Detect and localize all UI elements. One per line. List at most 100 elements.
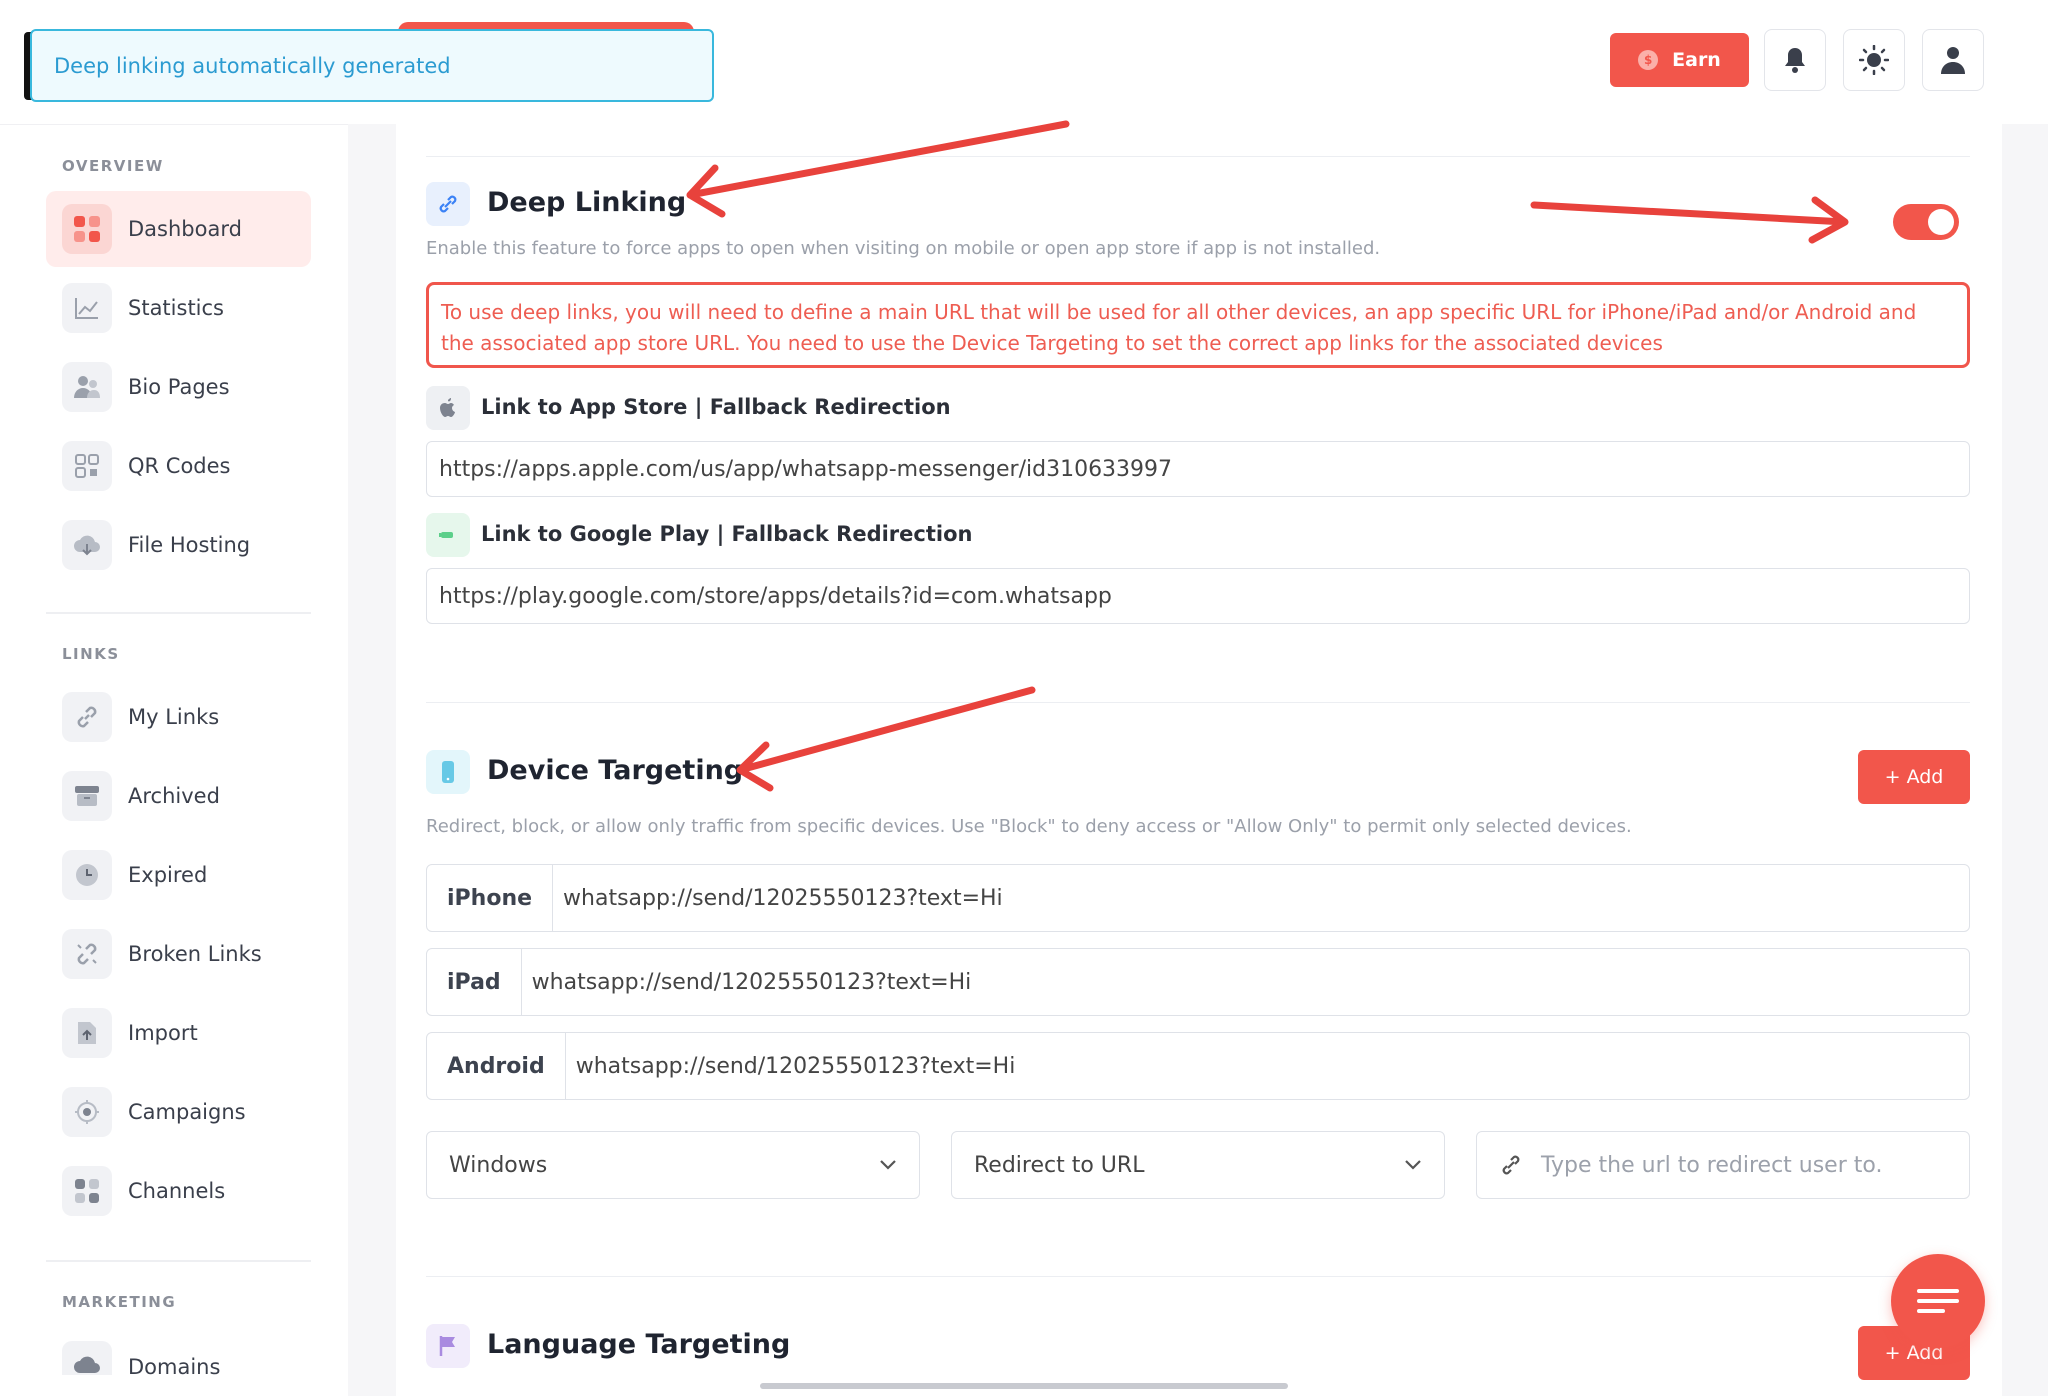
dashboard-icon [62,204,112,254]
horizontal-scrollbar[interactable] [760,1383,1288,1389]
device-section-icon [426,750,470,794]
device-label: Android [427,1033,566,1099]
device-targeting-description: Redirect, block, or allow only traffic f… [426,816,1632,837]
sidebar-item-import[interactable]: Import [46,995,311,1071]
sidebar-item-label: Domains [128,1355,221,1375]
action-select-value: Redirect to URL [974,1152,1145,1178]
redirect-url-input[interactable]: Type the url to redirect user to. [1476,1131,1970,1199]
deep-linking-toggle[interactable] [1893,204,1959,240]
device-url-input[interactable]: whatsapp://send/12025550123?text=Hi [522,970,972,995]
cloud-icon [62,1341,112,1375]
sidebar-item-statistics[interactable]: Statistics [46,270,311,346]
device-select-value: Windows [449,1152,548,1178]
apple-icon [426,386,470,430]
deep-link-section-icon [426,182,470,226]
import-icon [62,1008,112,1058]
google-play-icon [426,513,470,557]
sidebar-item-bio-pages[interactable]: Bio Pages [46,349,311,425]
toast-message: Deep linking automatically generated [54,53,451,78]
earn-label: Earn [1672,49,1721,71]
sidebar: OVERVIEW Dashboard Statistics Bio Pages … [0,124,348,1396]
section-divider [426,702,1970,703]
sidebar-item-label: File Hosting [128,533,251,557]
sidebar-item-label: Campaigns [128,1100,246,1124]
sidebar-item-campaigns[interactable]: Campaigns [46,1074,311,1150]
add-device-button[interactable]: + Add [1858,750,1970,804]
sidebar-divider [46,1260,311,1262]
sidebar-item-label: Channels [128,1179,226,1203]
app-store-url-input[interactable]: https://apps.apple.com/us/app/whatsapp-m… [426,441,1970,497]
sidebar-item-label: Broken Links [128,942,262,966]
link-settings-card: Deep Linking Enable this feature to forc… [396,124,2002,1396]
language-targeting-title: Language Targeting [487,1329,791,1360]
action-select[interactable]: Redirect to URL [951,1131,1445,1199]
device-label: iPhone [427,865,554,931]
notifications-button[interactable] [1764,29,1826,91]
sidebar-divider [46,612,311,614]
earn-button[interactable]: $ Earn [1610,33,1749,87]
sidebar-item-label: My Links [128,705,220,729]
language-section-icon [426,1324,470,1368]
theme-toggle-button[interactable] [1843,29,1905,91]
sidebar-item-label: Import [128,1021,198,1045]
grid-icon [62,1166,112,1216]
link-icon [62,692,112,742]
flag-icon [439,1336,455,1356]
google-play-url-input[interactable]: https://play.google.com/store/apps/detai… [426,568,1970,624]
broken-link-icon [62,929,112,979]
deep-linking-description: Enable this feature to force apps to ope… [426,238,1381,259]
target-icon [62,1087,112,1137]
users-icon [62,362,112,412]
device-select[interactable]: Windows [426,1131,920,1199]
device-row-android[interactable]: Android whatsapp://send/12025550123?text… [426,1032,1970,1100]
device-targeting-title: Device Targeting [487,755,744,786]
device-url-input[interactable]: whatsapp://send/12025550123?text=Hi [566,1054,1016,1079]
help-menu-button[interactable] [1891,1254,1985,1348]
user-icon [1941,47,1965,74]
user-menu-button[interactable] [1922,29,1984,91]
section-divider [426,1276,1970,1277]
coin-icon: $ [1638,50,1659,70]
google-play-label: Link to Google Play | Fallback Redirecti… [481,522,973,546]
device-row-iphone[interactable]: iPhone whatsapp://send/12025550123?text=… [426,864,1970,932]
sidebar-item-qr-codes[interactable]: QR Codes [46,428,311,504]
cloud-icon [62,520,112,570]
sidebar-item-dashboard[interactable]: Dashboard [46,191,311,267]
sidebar-item-label: Archived [128,784,220,808]
device-row-ipad[interactable]: iPad whatsapp://send/12025550123?text=Hi [426,948,1970,1016]
sidebar-item-archived[interactable]: Archived [46,758,311,834]
sidebar-item-broken-links[interactable]: Broken Links [46,916,311,992]
top-header: Deep linking automatically generated $ E… [0,0,2048,124]
sidebar-item-label: QR Codes [128,454,231,478]
alert-line: To use deep links, you will need to defi… [441,300,1917,324]
device-label: iPad [427,949,522,1015]
sidebar-item-label: Dashboard [128,217,242,241]
sidebar-item-label: Expired [128,863,208,887]
chart-icon [62,283,112,333]
deep-linking-title: Deep Linking [487,187,687,218]
menu-lines-icon [1917,1289,1959,1313]
sidebar-item-label: Bio Pages [128,375,230,399]
link-icon [439,195,457,213]
sidebar-item-expired[interactable]: Expired [46,837,311,913]
section-label-links: LINKS [62,645,120,663]
archive-icon [62,771,112,821]
phone-icon [442,761,454,783]
device-url-input[interactable]: whatsapp://send/12025550123?text=Hi [553,886,1003,911]
link-icon [1502,1155,1520,1175]
sidebar-item-label: Statistics [128,296,224,320]
sidebar-item-domains[interactable]: Domains [46,1327,311,1375]
chevron-down-icon [880,1160,896,1170]
section-label-marketing: MARKETING [62,1293,177,1311]
bell-icon [1785,48,1805,73]
chevron-down-icon [1405,1160,1421,1170]
section-divider [426,156,1970,157]
app-store-label: Link to App Store | Fallback Redirection [481,395,951,419]
toast-notification: Deep linking automatically generated [30,29,714,102]
sidebar-item-file-hosting[interactable]: File Hosting [46,507,311,583]
sidebar-item-channels[interactable]: Channels [46,1153,311,1229]
clock-icon [62,850,112,900]
redirect-url-placeholder: Type the url to redirect user to. [1541,1152,1883,1178]
sidebar-item-my-links[interactable]: My Links [46,679,311,755]
section-label-overview: OVERVIEW [62,157,164,175]
